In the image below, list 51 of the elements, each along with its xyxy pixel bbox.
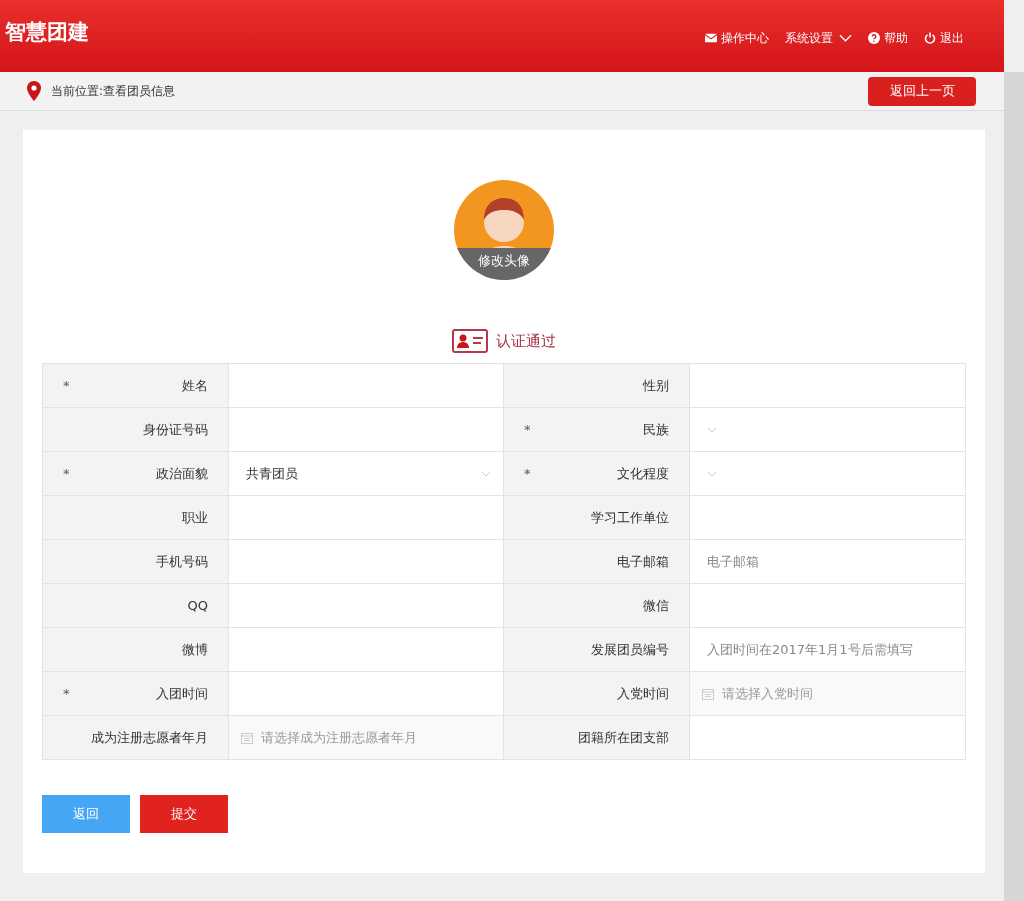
input-field[interactable]: 入团时间在2017年1月1号后需填写 [690,628,965,671]
breadcrumb-text: 当前位置:查看团员信息 [51,82,177,100]
field-label: 微信 [643,596,669,615]
field-label: 入党时间 [617,684,669,703]
required-mark: * [63,466,70,481]
date-field[interactable]: 请选择成为注册志愿者年月 [229,716,503,759]
required-mark: * [63,378,70,393]
field-label: 微博 [182,640,208,659]
field-label: 民族 [643,420,669,439]
field-label: 姓名 [182,376,208,395]
caret-icon [839,34,852,42]
submit-button[interactable]: 提交 [140,795,228,833]
nav-link[interactable]: 帮助 [868,29,908,47]
id-card-icon [452,329,488,353]
field-label: 学习工作单位 [591,508,669,527]
app-title: 智慧团建 [5,19,89,46]
help-icon [868,32,880,44]
field-label: 政治面貌 [156,464,208,483]
nav-link[interactable]: 退出 [924,29,964,47]
required-mark: * [63,686,70,701]
field-label: 身份证号码 [143,420,208,439]
power-icon [924,32,936,44]
back-button[interactable]: 返回上一页 [868,76,976,106]
nav-link[interactable]: 操作中心 [705,29,769,47]
field-label: 手机号码 [156,552,208,571]
field-label: 性别 [643,376,669,395]
chevron-down-icon [481,470,491,477]
chevron-down-icon [707,426,717,433]
field-label: 成为注册志愿者年月 [91,728,208,747]
required-mark: * [524,422,531,437]
select-field[interactable]: 共青团员 [229,452,503,495]
scrollbar[interactable] [1004,72,1024,901]
mail-icon [705,32,717,44]
chevron-down-icon [707,470,717,477]
field-label: 团籍所在团支部 [578,728,669,747]
input-field[interactable]: 电子邮箱 [690,540,965,583]
field-label: 发展团员编号 [591,640,669,659]
avatar[interactable]: 修改头像 [454,180,554,280]
verification-status: 认证通过 [496,331,556,351]
field-label: 职业 [182,508,208,527]
calendar-icon [702,687,714,700]
field-label: QQ [187,598,208,613]
nav-link[interactable]: 系统设置 [785,29,852,47]
field-label: 入团时间 [156,684,208,703]
field-label: 电子邮箱 [617,552,669,571]
calendar-icon [241,731,253,744]
location-pin-icon [27,81,41,101]
date-field[interactable]: 请选择入党时间 [690,672,965,715]
required-mark: * [524,466,531,481]
back-button[interactable]: 返回 [42,795,130,833]
field-label: 文化程度 [617,464,669,483]
